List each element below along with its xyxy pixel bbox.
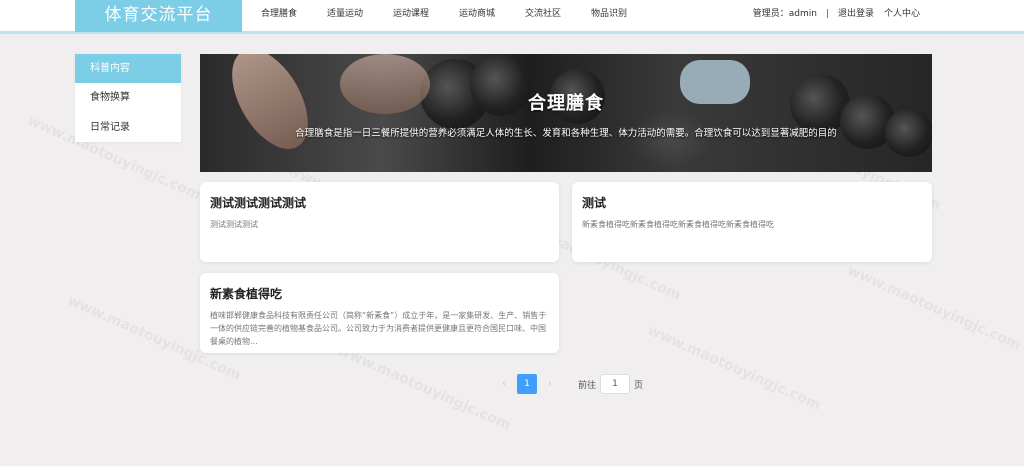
card-description: 测试测试测试 bbox=[210, 220, 258, 229]
prev-page-button[interactable]: ‹ bbox=[494, 374, 514, 394]
logout-link[interactable]: 退出登录 bbox=[838, 0, 874, 28]
article-card[interactable]: 新素食植得吃 植味邯郸健康食品科技有限责任公司（简称“新素食”）成立于年，是一家… bbox=[200, 273, 559, 353]
card-title: 测试 bbox=[582, 196, 607, 210]
user-bar: 管理员：admin | 退出登录 个人中心 bbox=[753, 0, 920, 28]
article-card[interactable]: 测试测试测试测试 测试测试测试 bbox=[200, 182, 559, 262]
card-title: 测试测试测试测试 bbox=[210, 196, 307, 210]
sidebar: 科普内容 食物换算 日常记录 bbox=[75, 54, 181, 142]
nav-item-courses[interactable]: 运动课程 bbox=[393, 0, 459, 32]
hero-banner: 合理膳食 合理膳食是指一日三餐所提供的营养必须满足人体的生长、发育和各种生理、体… bbox=[200, 54, 932, 172]
watermark-text: www.maotouyingjc.com bbox=[334, 342, 514, 434]
watermark-text: www.maotouyingjc.com bbox=[644, 322, 824, 414]
sidebar-item-food-conversion[interactable]: 食物换算 bbox=[75, 83, 181, 113]
next-page-button[interactable]: › bbox=[540, 374, 560, 394]
article-card[interactable]: 测试 新素食植得吃新素食植得吃新素食植得吃新素食植得吃 bbox=[572, 182, 932, 262]
page-suffix: 页 bbox=[634, 380, 644, 391]
goto-page: 前往 页 bbox=[578, 374, 643, 394]
goto-page-input[interactable] bbox=[600, 374, 631, 394]
goto-label: 前往 bbox=[578, 380, 597, 391]
nav-item-diet[interactable]: 合理膳食 bbox=[261, 0, 327, 32]
banner-description: 合理膳食是指一日三餐所提供的营养必须满足人体的生长、发育和各种生理、体力活动的需… bbox=[295, 128, 837, 139]
profile-link[interactable]: 个人中心 bbox=[884, 0, 920, 28]
main-nav: 合理膳食 适量运动 运动课程 运动商城 交流社区 物品识别 bbox=[261, 0, 651, 32]
user-bar-separator: | bbox=[825, 9, 829, 19]
banner-title: 合理膳食 bbox=[528, 93, 604, 114]
admin-label: 管理员：admin bbox=[752, 9, 817, 19]
page-number-current[interactable]: 1 bbox=[517, 374, 537, 394]
top-navbar: 体育交流平台 合理膳食 适量运动 运动课程 运动商城 交流社区 物品识别 管理员… bbox=[0, 0, 1024, 34]
card-title: 新素食植得吃 bbox=[210, 287, 283, 301]
nav-item-exercise[interactable]: 适量运动 bbox=[327, 0, 393, 32]
card-description: 植味邯郸健康食品科技有限责任公司（简称“新素食”）成立于年，是一家集研发、生产、… bbox=[210, 311, 547, 346]
sidebar-item-daily-record[interactable]: 日常记录 bbox=[75, 113, 181, 143]
nav-item-community[interactable]: 交流社区 bbox=[525, 0, 591, 32]
watermark-text: www.maotouyingjc.com bbox=[844, 262, 1024, 354]
pagination: ‹ 1 › 前往 页 bbox=[494, 374, 643, 394]
sidebar-item-science[interactable]: 科普内容 bbox=[75, 54, 181, 83]
nav-item-store[interactable]: 运动商城 bbox=[459, 0, 525, 32]
card-description: 新素食植得吃新素食植得吃新素食植得吃新素食植得吃 bbox=[582, 220, 774, 229]
brand-title[interactable]: 体育交流平台 bbox=[75, 0, 242, 32]
nav-item-recognition[interactable]: 物品识别 bbox=[591, 0, 651, 32]
